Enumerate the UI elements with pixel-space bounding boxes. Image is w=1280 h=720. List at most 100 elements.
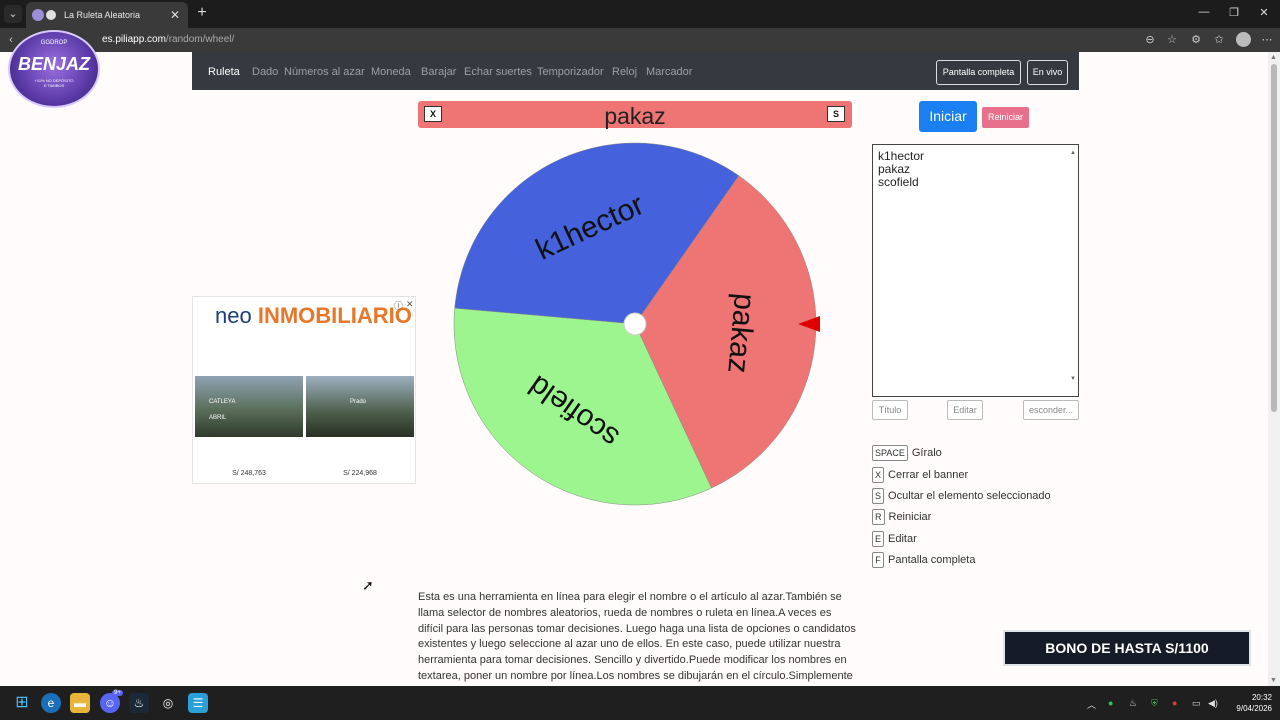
windows-taskbar: ⊞ e ▬ ☺ 9+ ♨ ◎ ☰ ︿ ● ♨ ⛨ ● ▭ ◀) 20:32 9/… xyxy=(0,686,1280,720)
discord-badge: 9+ xyxy=(112,690,123,696)
favorites-icon[interactable]: ✩ xyxy=(1212,33,1226,47)
ad-photo-label: Prado xyxy=(350,399,367,405)
scroll-down-icon[interactable]: ▼ xyxy=(1070,373,1076,386)
shortcut-key: X xyxy=(872,467,885,483)
shortcut-key: S xyxy=(872,488,885,504)
close-tab-icon[interactable]: ✕ xyxy=(170,2,180,28)
names-textarea[interactable]: k1hector pakaz scofield ▲ ▼ xyxy=(872,144,1079,397)
title-button[interactable]: Título xyxy=(872,400,908,420)
system-clock[interactable]: 20:32 9/04/2026 xyxy=(1228,692,1272,714)
tray-volume-icon[interactable]: ◀) xyxy=(1208,698,1218,709)
profile-tab-icon xyxy=(32,9,44,21)
url-path: /random/wheel/ xyxy=(165,34,235,45)
nav-reloj[interactable]: Reloj xyxy=(612,66,637,78)
edit-button[interactable]: Editar xyxy=(947,400,983,420)
banner-close-key[interactable]: X xyxy=(424,106,442,122)
steam-icon[interactable]: ♨ xyxy=(129,693,149,713)
url-domain: es.piliapp.com xyxy=(102,34,166,45)
selected-name: pakaz xyxy=(604,103,666,129)
hide-button[interactable]: esconder... xyxy=(1023,400,1079,420)
live-button[interactable]: En vivo xyxy=(1027,60,1068,85)
shortcut-label: Gíralo xyxy=(911,447,942,459)
favorite-star-icon[interactable]: ☆ xyxy=(1165,33,1179,47)
scroll-down-icon[interactable]: ▼ xyxy=(1270,677,1277,684)
ad-photo-label: CATLEYA ABRIL xyxy=(209,399,236,421)
shortcut-key: R xyxy=(872,509,885,525)
shortcut-key: SPACE xyxy=(872,445,908,461)
ad-close-icon[interactable]: ✕ xyxy=(406,299,414,310)
restore-icon[interactable]: ❐ xyxy=(1226,6,1242,19)
ad-logo[interactable]: neo INMOBILIARIO xyxy=(215,303,412,329)
bono-overlay: BONO DE HASTA S/1100 xyxy=(1003,630,1251,666)
wheel-hub xyxy=(623,312,647,336)
shortcut-label: Cerrar el banner xyxy=(888,469,969,481)
fullscreen-button[interactable]: Pantalla completa xyxy=(936,60,1021,85)
name-line: scofield xyxy=(878,175,919,189)
shortcut-item: F Pantalla completa xyxy=(872,552,975,568)
nav-barajar[interactable]: Barajar xyxy=(421,66,456,78)
scroll-up-icon[interactable]: ▲ xyxy=(1070,147,1076,160)
file-explorer-icon[interactable]: ▬ xyxy=(70,693,90,713)
nav-temporizador[interactable]: Temporizador xyxy=(537,66,604,78)
nav-dado[interactable]: Dado xyxy=(252,66,278,78)
start-button[interactable]: Iniciar xyxy=(919,101,977,132)
page-scrollbar[interactable]: ▲ ▼ xyxy=(1268,52,1280,686)
new-tab-icon[interactable]: + xyxy=(193,4,211,22)
roulette-wheel[interactable]: k1hectorpakazscofield xyxy=(445,134,825,514)
scroll-up-icon[interactable]: ▲ xyxy=(1270,54,1277,61)
tab-title: La Ruleta Aleatoria xyxy=(64,10,141,20)
badge-brand: GGDROP xyxy=(40,40,68,46)
shortcut-label: Ocultar el elemento seleccionado xyxy=(888,490,1051,502)
minimize-icon[interactable]: — xyxy=(1196,6,1212,18)
top-navbar: Ruleta Dado Números al azar Moneda Baraj… xyxy=(192,52,1079,90)
ad-photo-catleya[interactable]: CATLEYA ABRIL xyxy=(195,376,303,437)
notepad-icon[interactable]: ☰ xyxy=(188,693,208,713)
tab-list-chevron-icon[interactable]: ⌄ xyxy=(4,5,22,23)
profile-avatar[interactable] xyxy=(1236,32,1251,47)
nav-moneda[interactable]: Moneda xyxy=(371,66,411,78)
tray-status-icon[interactable]: ● xyxy=(1108,698,1113,708)
url-field[interactable]: es.piliapp.com/random/wheel/ xyxy=(102,34,234,45)
nav-numeros[interactable]: Números al azar xyxy=(284,66,365,78)
ad-photo-prado[interactable]: Prado xyxy=(306,376,414,437)
more-options-icon[interactable]: ⋯ xyxy=(1260,33,1274,47)
shortcut-item: SPACE Gíralo xyxy=(872,445,942,461)
tray-steam-icon[interactable]: ♨ xyxy=(1129,698,1137,709)
shortcut-key: E xyxy=(872,531,885,547)
browser-tab-strip: ⌄ La Ruleta Aleatoria ✕ + — ❐ ✕ xyxy=(0,0,1280,28)
reset-button[interactable]: Reiniciar xyxy=(982,107,1029,128)
shortcut-item: E Editar xyxy=(872,531,917,547)
shortcut-label: Editar xyxy=(888,533,917,545)
tray-mic-icon[interactable]: ● xyxy=(1172,698,1177,708)
edge-icon[interactable]: e xyxy=(41,693,61,713)
tray-chevron-icon[interactable]: ︿ xyxy=(1087,698,1096,711)
mute-tab-icon[interactable] xyxy=(46,10,56,20)
shortcut-item: S Ocultar el elemento seleccionado xyxy=(872,488,1051,504)
scroll-thumb[interactable] xyxy=(1271,64,1277,412)
browser-tab[interactable]: La Ruleta Aleatoria ✕ xyxy=(26,2,188,28)
extensions-icon[interactable]: ⚙ xyxy=(1189,33,1203,47)
nav-echar-suertes[interactable]: Echar suertes xyxy=(464,66,532,78)
app-icon[interactable]: ◎ xyxy=(158,693,178,713)
clock-date: 9/04/2026 xyxy=(1236,704,1272,713)
banner-hide-key[interactable]: S xyxy=(827,106,845,122)
nav-marcador[interactable]: Marcador xyxy=(646,66,692,78)
tray-network-icon[interactable]: ▭ xyxy=(1192,698,1201,709)
address-bar: ‹ es.piliapp.com/random/wheel/ ⊖ ☆ ⚙ ✩ ⋯ xyxy=(0,28,1280,52)
discord-icon[interactable]: ☺ xyxy=(100,693,120,713)
ad-price: S/ 248,763 xyxy=(232,470,266,477)
description-text: Esta es una herramienta en línea para el… xyxy=(418,591,856,686)
names-list: k1hector pakaz scofield xyxy=(878,150,1073,189)
reader-icon[interactable]: ⊖ xyxy=(1143,33,1157,47)
clock-time: 20:32 xyxy=(1251,693,1272,702)
tray-security-icon[interactable]: ⛨ xyxy=(1151,698,1158,709)
mouse-cursor-icon: ➚ xyxy=(362,577,374,593)
nav-ruleta[interactable]: Ruleta xyxy=(208,66,240,78)
advertisement: neo INMOBILIARIO ⓘ ✕ CATLEYA ABRIL Prado… xyxy=(192,296,416,484)
ad-info-icon[interactable]: ⓘ xyxy=(394,299,403,312)
wheel-segment-label: pakaz xyxy=(721,292,761,375)
shortcut-item: R Reiniciar xyxy=(872,509,931,525)
windows-start-icon[interactable]: ⊞ xyxy=(12,693,32,713)
badge-title: BENJAZ xyxy=(17,54,90,74)
close-window-icon[interactable]: ✕ xyxy=(1256,6,1272,19)
